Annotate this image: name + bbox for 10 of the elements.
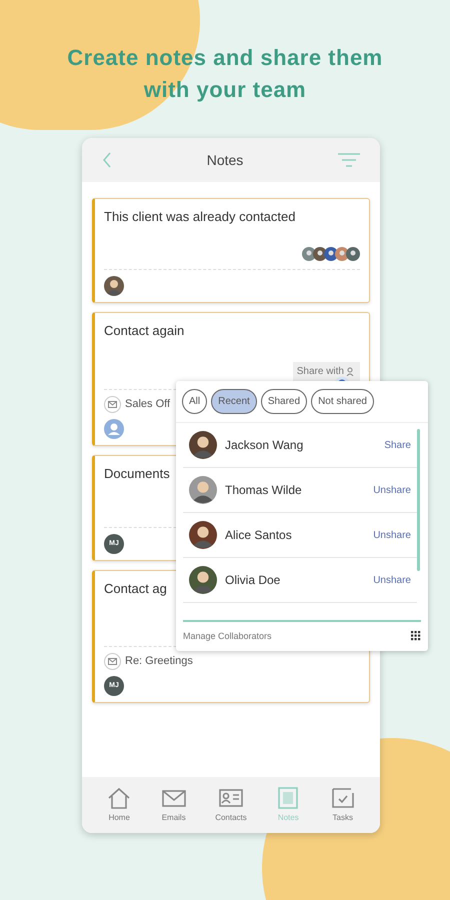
collaborator-name: Olivia Doe <box>225 572 282 589</box>
note-title: This client was already contacted <box>104 208 296 226</box>
note-title: Documents <box>104 465 170 483</box>
email-subject: Re: Greetings <box>125 654 193 670</box>
email-subject: Sales Off <box>125 397 170 412</box>
note-title: Contact again <box>104 322 184 340</box>
collaborator-name: Alice Santos <box>225 527 293 544</box>
header-title: Notes <box>206 150 244 170</box>
note-title: Contact ag <box>104 580 167 598</box>
collaborator-name: Thomas Wilde <box>225 482 303 499</box>
